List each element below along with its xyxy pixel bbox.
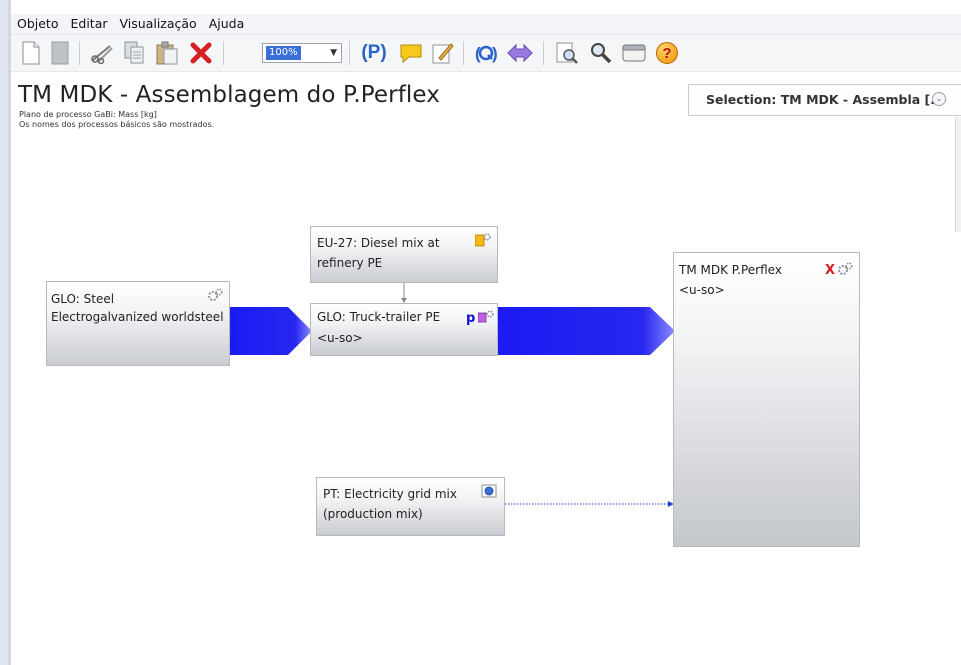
process-box-electricity[interactable]: PT: Electricity grid mix (production mix… [316, 477, 505, 536]
flow-arrow-truck-to-plan[interactable] [497, 307, 675, 355]
process-truck-detail: <u-so> [317, 331, 363, 345]
process-electricity-name: PT: Electricity grid mix [323, 487, 457, 501]
process-box-diesel[interactable]: EU-27: Diesel mix at refinery PE [310, 226, 498, 283]
plan-badge: X [825, 263, 836, 278]
flow-arrow-steel-to-truck[interactable] [229, 307, 312, 355]
globe-icon [481, 484, 497, 498]
process-box-truck-trailer[interactable]: GLO: Truck-trailer PE <u-so> p [310, 303, 498, 356]
process-truck-name: GLO: Truck-trailer PE [317, 310, 441, 324]
gear-icon [208, 288, 223, 301]
gear-icon [475, 233, 491, 247]
process-steel-detail: Electrogalvanized worldsteel [51, 310, 224, 324]
process-diesel-detail: refinery PE [317, 256, 383, 270]
process-diesel-name: EU-27: Diesel mix at [317, 236, 440, 250]
gear-icon [838, 262, 853, 275]
process-plan-detail: <u-so> [679, 283, 725, 297]
process-plan-name: TM MDK P.Perflex [679, 263, 782, 277]
gear-icon [478, 310, 494, 323]
process-electricity-detail: (production mix) [323, 507, 423, 521]
parameter-badge: p [466, 311, 476, 326]
process-box-steel[interactable]: GLO: Steel Electrogalvanized worldsteel [46, 281, 230, 366]
process-plan-box-perflex[interactable]: TM MDK P.Perflex <u-so> X [673, 252, 860, 547]
